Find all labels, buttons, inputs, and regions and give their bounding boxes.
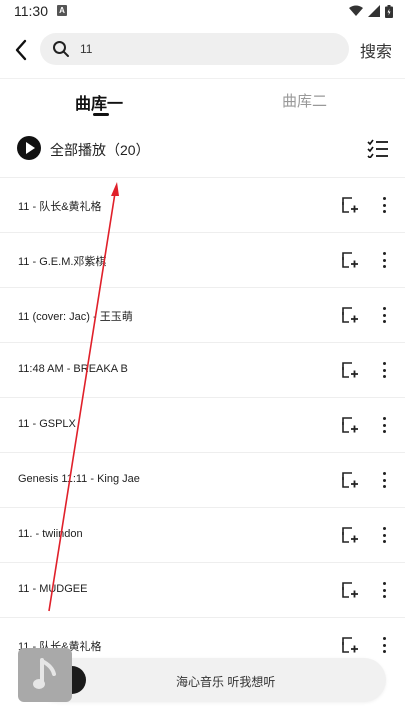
add-to-playlist-icon[interactable] bbox=[341, 196, 359, 214]
a-icon: A bbox=[57, 5, 67, 16]
search-bar: 搜索 bbox=[0, 30, 405, 70]
more-options-icon[interactable] bbox=[377, 360, 391, 380]
mini-player-text: 海心音乐 听我想听 bbox=[176, 675, 276, 689]
mini-player[interactable]: 海心音乐 听我想听 bbox=[36, 658, 386, 702]
play-all-label: 全部播放 bbox=[50, 142, 106, 158]
search-input[interactable] bbox=[80, 33, 335, 65]
song-title: 11:48 AM - BREAKA B bbox=[18, 363, 128, 375]
song-row[interactable]: 11 - MUDGEE bbox=[0, 562, 405, 617]
music-note-icon bbox=[33, 658, 56, 689]
back-arrow-icon bbox=[15, 39, 27, 61]
status-time: 11:30 bbox=[14, 3, 48, 19]
song-row[interactable]: 11. - twiindon bbox=[0, 507, 405, 562]
tab-library-one[interactable]: 曲库一 bbox=[75, 90, 123, 114]
add-to-playlist-icon[interactable] bbox=[341, 581, 359, 599]
more-options-icon[interactable] bbox=[377, 195, 391, 215]
more-options-icon[interactable] bbox=[377, 580, 391, 600]
add-to-playlist-icon[interactable] bbox=[341, 471, 359, 489]
search-button[interactable]: 搜索 bbox=[360, 38, 392, 62]
add-to-playlist-icon[interactable] bbox=[341, 416, 359, 434]
song-row[interactable]: 11 - GSPLX bbox=[0, 397, 405, 452]
more-options-icon[interactable] bbox=[377, 525, 391, 545]
battery-icon bbox=[385, 4, 393, 18]
song-list: 11 - 队长&黄礼格 11 - G.E.M.邓紫棋 11 (cover: Ja… bbox=[0, 177, 405, 672]
more-options-icon[interactable] bbox=[377, 635, 391, 655]
song-title: 11 - GSPLX bbox=[18, 418, 76, 430]
more-options-icon[interactable] bbox=[377, 250, 391, 270]
status-bar: 11:30 A bbox=[0, 0, 405, 24]
add-to-playlist-icon[interactable] bbox=[341, 636, 359, 654]
song-row[interactable]: 11:48 AM - BREAKA B bbox=[0, 342, 405, 397]
more-options-icon[interactable] bbox=[377, 415, 391, 435]
add-to-playlist-icon[interactable] bbox=[341, 526, 359, 544]
search-box[interactable] bbox=[40, 33, 349, 65]
song-title: 11 - MUDGEE bbox=[18, 583, 88, 595]
status-icons bbox=[349, 4, 393, 18]
tab-library-two[interactable]: 曲库二 bbox=[282, 90, 327, 111]
play-all-row[interactable]: 全部播放 （20） bbox=[0, 134, 405, 164]
search-icon bbox=[53, 41, 69, 57]
more-options-icon[interactable] bbox=[377, 470, 391, 490]
song-title: 11 (cover: Jac) - 王玉萌 bbox=[18, 311, 133, 323]
song-row[interactable]: 11 - G.E.M.邓紫棋 bbox=[0, 232, 405, 287]
song-row[interactable]: 11 (cover: Jac) - 王玉萌 bbox=[0, 287, 405, 342]
add-to-playlist-icon[interactable] bbox=[341, 251, 359, 269]
song-title: 11. - twiindon bbox=[18, 528, 83, 540]
play-all-count: （20） bbox=[106, 142, 150, 158]
signal-icon bbox=[368, 5, 380, 17]
more-options-icon[interactable] bbox=[377, 305, 391, 325]
tab-indicator bbox=[93, 113, 109, 116]
header-divider bbox=[0, 78, 405, 79]
wifi-icon bbox=[349, 5, 363, 16]
song-title: 11 - 队长&黄礼格 bbox=[18, 201, 102, 213]
play-icon[interactable] bbox=[17, 136, 41, 160]
add-to-playlist-icon[interactable] bbox=[341, 306, 359, 324]
song-row[interactable]: 11 - 队长&黄礼格 bbox=[0, 177, 405, 232]
song-title: Genesis 11:11 - King Jae bbox=[18, 473, 140, 485]
song-title: 11 - G.E.M.邓紫棋 bbox=[18, 256, 107, 268]
song-row[interactable]: Genesis 11:11 - King Jae bbox=[0, 452, 405, 507]
album-art[interactable] bbox=[18, 648, 72, 702]
back-button[interactable] bbox=[8, 36, 34, 64]
multi-select-icon[interactable] bbox=[367, 138, 389, 158]
add-to-playlist-icon[interactable] bbox=[341, 361, 359, 379]
